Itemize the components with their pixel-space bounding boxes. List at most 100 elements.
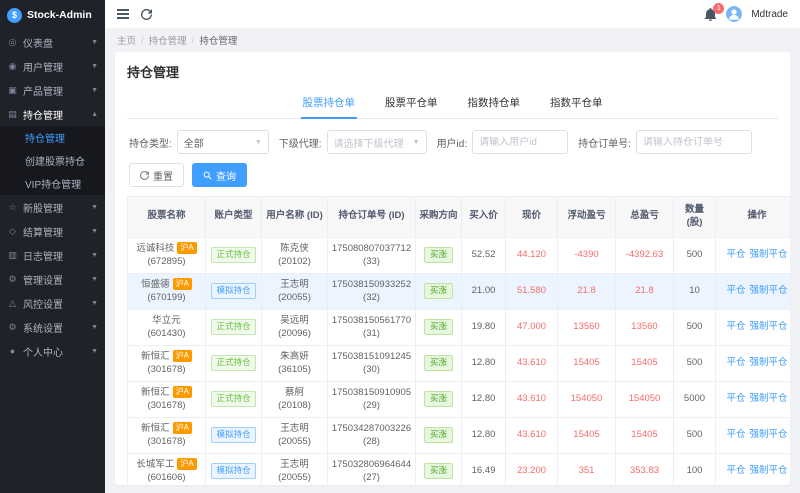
stock-name: 新恒汇 沪A (130, 349, 203, 363)
sidebar-item[interactable]: ▥ 日志管理 ▼ (0, 243, 105, 267)
user-id-label: 用户id: (436, 138, 468, 150)
sidebar-item[interactable]: ☆ 新股管理 ▼ (0, 195, 105, 219)
floating-pl: 13560 (557, 308, 616, 346)
close-position-link[interactable]: 平仓 (726, 465, 745, 476)
tab-item[interactable]: 指数持仓单 (466, 90, 523, 119)
sidebar-item[interactable]: ▣ 产品管理 ▼ (0, 78, 105, 102)
user-name: 陈克侠 (280, 242, 309, 254)
column-header: 股票名称 (127, 196, 206, 238)
logo-icon: $ (7, 7, 22, 23)
table-row: 华立元 (601430) 正式持仓 吴远明 (20096) 175038150561770… (127, 308, 790, 346)
app-title: Stock-Admin (27, 9, 92, 21)
sidebar-subitem[interactable]: VIP持仓管理 (0, 172, 105, 195)
close-position-link[interactable]: 平仓 (726, 321, 745, 332)
account-type-badge: 正式持仓 (211, 319, 256, 336)
sidebar-item[interactable]: ⚙ 管理设置 ▼ (0, 267, 105, 291)
sidebar-item[interactable]: △ 风控设置 ▼ (0, 291, 105, 315)
agent-select[interactable]: 请选择下级代理 ▼ (326, 130, 427, 154)
column-header: 采购方向 (415, 196, 462, 238)
tab-item[interactable]: 股票平仓单 (383, 90, 440, 119)
notification-count-badge: 1 (713, 2, 725, 14)
chevron-down-icon: ▼ (91, 38, 98, 46)
force-close-link[interactable]: 强制平仓 (750, 429, 788, 440)
direction-badge: 买涨 (423, 283, 453, 300)
user-id: (20055) (278, 292, 311, 304)
position-type-select[interactable]: 全部 ▼ (176, 130, 269, 154)
sidebar-item[interactable]: ▤ 持仓管理 ▲ (0, 102, 105, 126)
account-type-badge: 模拟持仓 (211, 463, 256, 480)
user-id-input[interactable] (479, 136, 562, 148)
breadcrumb-item[interactable]: 主页 (117, 33, 136, 47)
reset-button[interactable]: 重置 (129, 163, 184, 187)
stock-board-tag: 沪A (177, 457, 197, 470)
notification-bell-icon[interactable]: 1 (704, 2, 725, 21)
table-row: 长城军工 沪A (601606) 模拟持仓 王志明 (20055) 175032806964… (127, 452, 790, 485)
user-name: 蔡舸 (284, 386, 304, 398)
quantity: 10 (673, 272, 716, 310)
admin-icon: ⚙ (8, 273, 17, 284)
sidebar-item[interactable]: ◎ 仪表盘 ▼ (0, 30, 105, 54)
chevron-down-icon: ▼ (91, 323, 98, 331)
sidebar-item-label: 日志管理 (23, 251, 63, 263)
sidebar-item-label: 系统设置 (23, 323, 63, 335)
positions-card: 持仓管理 股票持仓单 股票平仓单 指数持仓单 指数平仓单 持仓类型: 全部 ▼ 下级代… (115, 52, 790, 485)
stock-name: 恒盛德 沪A (130, 277, 203, 291)
search-icon (203, 171, 212, 180)
username-dropdown[interactable]: Mdtrade (751, 9, 788, 20)
chevron-down-icon: ▼ (254, 138, 262, 146)
direction-badge: 买涨 (423, 463, 453, 480)
stock-code: (601430) (147, 328, 186, 340)
close-position-link[interactable]: 平仓 (726, 429, 745, 440)
quantity: 500 (673, 308, 716, 346)
filter-bar: 持仓类型: 全部 ▼ 下级代理: 请选择下级代理 ▼ 用户id: 持仓订单号: (127, 130, 778, 154)
reset-label: 重置 (153, 171, 173, 183)
sidebar-item-label: 个人中心 (23, 347, 63, 359)
sidebar-item[interactable]: ● 个人中心 ▼ (0, 339, 105, 363)
tab-item[interactable]: 指数平仓单 (548, 90, 605, 119)
column-header: 账户类型 (205, 196, 262, 238)
force-close-link[interactable]: 强制平仓 (750, 285, 788, 296)
user-avatar[interactable] (726, 6, 743, 22)
total-pl: 353.83 (615, 452, 674, 485)
sidebar-subitem[interactable]: 创建股票持仓 (0, 149, 105, 172)
stock-code: (301678) (147, 364, 186, 376)
tab-active[interactable]: 股票持仓单 (300, 90, 357, 119)
risk-icon: △ (9, 297, 16, 308)
sidebar-item-label: 结算管理 (23, 227, 63, 239)
close-position-link[interactable]: 平仓 (726, 357, 745, 368)
direction-badge: 买涨 (423, 319, 453, 336)
user-id: (20096) (278, 328, 311, 340)
menu-collapse-icon[interactable] (117, 9, 129, 19)
logs-icon: ▥ (8, 249, 17, 260)
force-close-link[interactable]: 强制平仓 (750, 249, 788, 260)
breadcrumb-item[interactable]: 持仓管理 (149, 33, 187, 47)
table-row: 新恒汇 沪A (301678) 正式持仓 蔡舸 (20108) 17503815091090… (127, 380, 790, 418)
positions-icon: ▤ (8, 108, 17, 119)
column-header: 总盈亏 (615, 196, 674, 238)
chevron-down-icon: ▼ (91, 62, 98, 70)
column-header: 数量 (股) (673, 196, 716, 238)
user-name: 王志明 (280, 278, 309, 290)
sidebar-item[interactable]: ◉ 用户管理 ▼ (0, 54, 105, 78)
sidebar-item[interactable]: ◇ 结算管理 ▼ (0, 219, 105, 243)
sidebar-item[interactable]: ⚙ 系统设置 ▼ (0, 315, 105, 339)
refresh-icon[interactable] (141, 8, 152, 20)
table-row: 恒盛德 沪A (670199) 模拟持仓 王志明 (20055) 1750381509332… (127, 272, 790, 310)
force-close-link[interactable]: 强制平仓 (750, 321, 788, 332)
sidebar-subitem[interactable]: 持仓管理 (0, 126, 105, 149)
close-position-link[interactable]: 平仓 (726, 285, 745, 296)
force-close-link[interactable]: 强制平仓 (750, 357, 788, 368)
buy-price: 21.00 (461, 272, 506, 310)
stock-code: (301678) (147, 400, 186, 412)
products-icon: ▣ (8, 84, 17, 95)
chevron-down-icon: ▼ (91, 299, 98, 307)
search-button[interactable]: 查询 (192, 163, 247, 187)
floating-pl: -4390 (557, 236, 616, 274)
force-close-link[interactable]: 强制平仓 (750, 465, 788, 476)
current-price: 47.000 (505, 308, 558, 346)
force-close-link[interactable]: 强制平仓 (750, 393, 788, 404)
user-id: (20108) (278, 400, 311, 412)
order-no-input[interactable] (642, 136, 745, 148)
close-position-link[interactable]: 平仓 (726, 249, 745, 260)
close-position-link[interactable]: 平仓 (726, 393, 745, 404)
